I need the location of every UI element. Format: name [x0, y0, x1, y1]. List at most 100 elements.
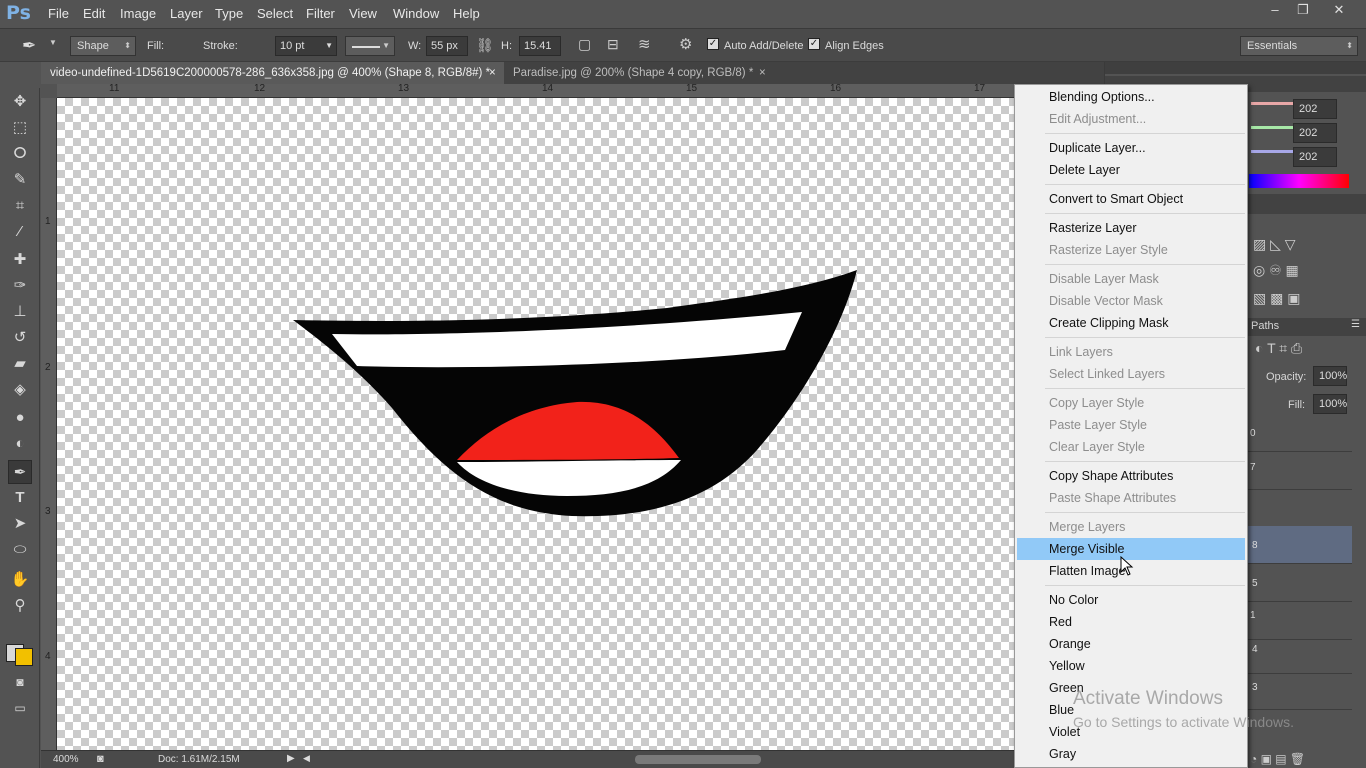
- menu-layer[interactable]: Layer: [170, 6, 203, 21]
- path-selection-tool-icon[interactable]: ➤: [8, 512, 32, 536]
- auto-add-delete-checkbox[interactable]: ✓: [707, 38, 719, 50]
- quick-mask-icon[interactable]: ◙: [8, 670, 32, 694]
- menu-image[interactable]: Image: [120, 6, 156, 21]
- layer-row[interactable]: 0: [1248, 414, 1352, 452]
- adjustment-icons-row-3[interactable]: ▧ ▩ ▣: [1253, 290, 1300, 307]
- menu-item-yellow[interactable]: Yellow: [1017, 655, 1245, 677]
- crop-tool-icon[interactable]: ⌗: [8, 194, 32, 218]
- menu-item-red[interactable]: Red: [1017, 611, 1245, 633]
- menu-file[interactable]: File: [48, 6, 69, 21]
- stroke-type-dropdown[interactable]: ▼: [345, 36, 395, 56]
- marquee-tool-icon[interactable]: ⬚: [8, 116, 32, 140]
- blue-slider[interactable]: [1251, 150, 1295, 153]
- clone-stamp-tool-icon[interactable]: ⊥: [8, 300, 32, 324]
- green-slider[interactable]: [1251, 126, 1295, 129]
- pen-tool-preset-icon[interactable]: ✒: [22, 36, 36, 56]
- layer-filter-icons[interactable]: ◐ T ⌗ ⎙: [1255, 340, 1302, 357]
- paint-bucket-tool-icon[interactable]: ◈: [8, 378, 32, 402]
- background-color-swatch[interactable]: [15, 648, 33, 666]
- menu-item-orange[interactable]: Orange: [1017, 633, 1245, 655]
- align-edges-checkbox[interactable]: ✓: [808, 38, 820, 50]
- layers-footer-icons[interactable]: ◔ ▣ ▤ 🗑: [1250, 752, 1305, 766]
- layer-row[interactable]: 1: [1248, 602, 1352, 640]
- screen-mode-icon[interactable]: ▭: [8, 696, 32, 720]
- path-alignment-icon[interactable]: ⊟: [607, 36, 619, 53]
- minimize-button[interactable]: –: [1262, 1, 1288, 19]
- green-value[interactable]: 202: [1293, 123, 1337, 143]
- adjustment-icons-row-2[interactable]: ◎ ♾ ▦: [1253, 262, 1299, 279]
- layer-row[interactable]: 5: [1248, 564, 1352, 602]
- panel-menu-icon[interactable]: ☰: [1351, 319, 1360, 330]
- menu-item-create-clipping-mask[interactable]: Create Clipping Mask: [1017, 312, 1245, 334]
- horizontal-scrollbar[interactable]: [635, 755, 761, 764]
- menu-filter[interactable]: Filter: [306, 6, 335, 21]
- fill-opacity-field[interactable]: 100%: [1313, 394, 1347, 414]
- menu-item-delete-layer[interactable]: Delete Layer: [1017, 159, 1245, 181]
- menu-type[interactable]: Type: [215, 6, 243, 21]
- type-tool-icon[interactable]: T: [8, 486, 32, 510]
- menu-item-rasterize-layer[interactable]: Rasterize Layer: [1017, 217, 1245, 239]
- ellipse-tool-icon[interactable]: ⬭: [8, 538, 32, 562]
- tab-active-document[interactable]: video-undefined-1D5619C200000578-286_636…: [41, 62, 504, 84]
- tool-mode-dropdown[interactable]: Shape ⬍: [70, 36, 136, 56]
- opacity-field[interactable]: 100%: [1313, 366, 1347, 386]
- stroke-width-field[interactable]: 10 pt ▼: [275, 36, 337, 56]
- path-operations-icon[interactable]: ▢: [578, 36, 591, 53]
- menu-window[interactable]: Window: [393, 6, 439, 21]
- red-value[interactable]: 202: [1293, 99, 1337, 119]
- lasso-tool-icon[interactable]: ⵔ: [8, 142, 32, 166]
- quick-selection-tool-icon[interactable]: ✎: [8, 168, 32, 192]
- menu-item-copy-layer-style: Copy Layer Style: [1049, 396, 1145, 410]
- adjustment-icons-row-1[interactable]: ▨ ◺ ▽: [1253, 236, 1296, 253]
- chevron-down-icon[interactable]: ▼: [49, 38, 57, 47]
- path-arrangement-icon[interactable]: ≋: [638, 35, 651, 53]
- menu-item-no-color[interactable]: No Color: [1017, 589, 1245, 611]
- status-arrow-icon[interactable]: ▶: [287, 753, 295, 764]
- eraser-tool-icon[interactable]: ▰: [8, 352, 32, 376]
- width-field[interactable]: 55 px: [426, 36, 468, 56]
- zoom-level[interactable]: 400%: [53, 754, 79, 765]
- menu-item-duplicate-layer[interactable]: Duplicate Layer...: [1017, 137, 1245, 159]
- menu-item-convert-to-smart-object[interactable]: Convert to Smart Object: [1017, 188, 1245, 210]
- healing-brush-tool-icon[interactable]: ✚: [8, 248, 32, 272]
- height-field[interactable]: 15.41 p: [519, 36, 561, 56]
- document-canvas[interactable]: [57, 98, 1014, 750]
- menu-help[interactable]: Help: [453, 6, 480, 21]
- layer-row[interactable]: [1248, 490, 1352, 528]
- color-ramp[interactable]: [1249, 174, 1349, 188]
- blur-tool-icon[interactable]: ●: [8, 406, 32, 430]
- tab-paths[interactable]: Paths: [1251, 320, 1279, 332]
- red-slider[interactable]: [1251, 102, 1295, 105]
- gear-icon[interactable]: ⚙: [679, 35, 692, 53]
- link-icon[interactable]: ⛓: [476, 37, 494, 54]
- layer-row[interactable]: 7: [1248, 452, 1352, 490]
- move-tool-icon[interactable]: ✥: [8, 90, 32, 114]
- layer-row[interactable]: 3: [1248, 672, 1352, 710]
- status-menu-icon[interactable]: ◙: [97, 753, 104, 765]
- menu-select[interactable]: Select: [257, 6, 293, 21]
- photoshop-logo: Ps: [6, 2, 31, 24]
- restore-button[interactable]: ❐: [1290, 1, 1316, 19]
- ruler-label: 12: [254, 83, 266, 94]
- close-window-button[interactable]: ✕: [1326, 1, 1352, 19]
- history-brush-tool-icon[interactable]: ↺: [8, 326, 32, 350]
- menu-item-copy-shape-attributes[interactable]: Copy Shape Attributes: [1017, 465, 1245, 487]
- zoom-tool-icon[interactable]: ⚲: [8, 594, 32, 618]
- brush-tool-icon[interactable]: ✑: [8, 274, 32, 298]
- menu-edit[interactable]: Edit: [83, 6, 105, 21]
- dodge-tool-icon[interactable]: ◐: [8, 432, 32, 456]
- scroll-left-icon[interactable]: ◀: [303, 753, 310, 764]
- workspace-dropdown[interactable]: Essentials ⬍: [1240, 36, 1358, 56]
- layer-row-selected[interactable]: 8: [1248, 526, 1352, 564]
- close-icon[interactable]: ×: [489, 62, 496, 84]
- eyedropper-tool-icon[interactable]: ⁄: [8, 220, 32, 244]
- menu-item-gray[interactable]: Gray: [1017, 743, 1245, 765]
- hand-tool-icon[interactable]: ✋: [8, 568, 32, 592]
- blue-value[interactable]: 202: [1293, 147, 1337, 167]
- menu-item-blending-options[interactable]: Blending Options...: [1017, 86, 1245, 108]
- menu-view[interactable]: View: [349, 6, 377, 21]
- tab-paradise[interactable]: Paradise.jpg @ 200% (Shape 4 copy, RGB/8…: [504, 62, 774, 84]
- layer-row[interactable]: 4: [1248, 636, 1352, 674]
- pen-tool-icon[interactable]: ✒: [8, 460, 32, 484]
- close-icon[interactable]: ×: [759, 62, 766, 84]
